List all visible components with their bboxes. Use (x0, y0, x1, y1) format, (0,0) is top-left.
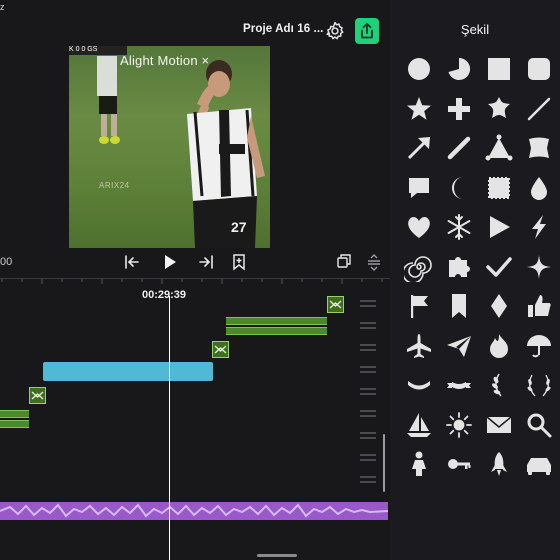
rounded-square-icon[interactable] (524, 54, 554, 84)
ruler-ticks (1, 279, 383, 284)
skip-forward-icon[interactable] (198, 254, 214, 270)
timeline-clip[interactable] (226, 327, 327, 335)
menu-icon[interactable] (366, 253, 382, 271)
keyframe-thumb[interactable] (327, 296, 344, 313)
export-button[interactable] (355, 18, 379, 44)
playhead[interactable] (169, 296, 170, 560)
credit-watermark: ARIX24 (99, 181, 130, 190)
timeline-clip[interactable] (0, 420, 29, 428)
key-icon[interactable] (444, 449, 474, 479)
magnifier-icon[interactable] (524, 410, 554, 440)
top-bar: z Proje Adı 16 ... (0, 0, 390, 46)
editor-panel: z Proje Adı 16 ... 27 K 0 0 GS Alight Mo… (0, 0, 390, 560)
line-icon[interactable] (524, 94, 554, 124)
timeline-clip-selected[interactable] (43, 362, 213, 381)
banner-curve-icon[interactable] (404, 370, 434, 400)
speech-bubble-icon[interactable] (404, 173, 434, 203)
arrow-icon[interactable] (404, 133, 434, 163)
paper-plane-icon[interactable] (444, 331, 474, 361)
timeline-clip[interactable] (226, 317, 327, 325)
envelope-icon[interactable] (484, 410, 514, 440)
scroll-icon[interactable] (524, 133, 554, 163)
sailboat-icon[interactable] (404, 410, 434, 440)
drop-icon[interactable] (524, 173, 554, 203)
copy-icon[interactable] (336, 253, 352, 269)
panel-title: Şekil (460, 22, 490, 37)
person-icon[interactable] (404, 449, 434, 479)
airplane-icon[interactable] (404, 331, 434, 361)
laurel-wreath-icon[interactable] (524, 370, 554, 400)
home-indicator (257, 554, 297, 557)
spiral-icon[interactable] (404, 252, 434, 282)
flag-icon[interactable] (404, 291, 434, 321)
timeline-clip[interactable] (0, 410, 29, 418)
gear-icon[interactable] (324, 20, 346, 42)
play-icon[interactable] (162, 253, 178, 271)
banner-ribbon-icon[interactable] (444, 370, 474, 400)
snowflake-icon[interactable] (444, 212, 474, 242)
corner-mark: z (0, 2, 5, 12)
audio-waveform (0, 503, 389, 518)
export-icon (361, 23, 373, 39)
svg-text:27: 27 (231, 219, 247, 235)
laurel-left-icon[interactable] (484, 370, 514, 400)
circle-icon[interactable] (404, 54, 434, 84)
puzzle-icon[interactable] (444, 252, 474, 282)
car-icon[interactable] (524, 449, 554, 479)
sparkle-icon[interactable] (524, 252, 554, 282)
timeline-tracks[interactable] (0, 296, 390, 560)
star-icon[interactable] (404, 94, 434, 124)
square-icon[interactable] (484, 54, 514, 84)
sun-icon[interactable] (444, 410, 474, 440)
rocket-icon[interactable] (484, 449, 514, 479)
pencil-line-icon[interactable] (444, 133, 474, 163)
flower-star-icon[interactable] (484, 94, 514, 124)
track-handles[interactable] (360, 296, 376, 526)
pie-icon[interactable] (444, 54, 474, 84)
bookmark-icon[interactable] (444, 291, 474, 321)
flame-icon[interactable] (484, 331, 514, 361)
umbrella-icon[interactable] (524, 331, 554, 361)
thumbs-up-icon[interactable] (524, 291, 554, 321)
keyframe-thumb[interactable] (29, 387, 46, 404)
player-figure: 27 (97, 56, 265, 248)
shape-panel: Şekil (390, 0, 560, 560)
checkmark-icon[interactable] (484, 252, 514, 282)
lightning-icon[interactable] (524, 212, 554, 242)
watermark: Alight Motion × (120, 53, 210, 68)
stamp-icon[interactable] (484, 173, 514, 203)
transport-controls (0, 248, 390, 278)
video-preview[interactable]: 27 K 0 0 GS Alight Motion × ARIX24 (69, 46, 270, 248)
crescent-icon[interactable] (444, 173, 474, 203)
plus-icon[interactable] (444, 94, 474, 124)
timeline-scrollbar[interactable] (383, 434, 385, 492)
triangle-pin-icon[interactable] (484, 133, 514, 163)
keyframe-thumb[interactable] (212, 341, 229, 358)
play-triangle-icon[interactable] (484, 212, 514, 242)
project-title[interactable]: Proje Adı 16 ... (243, 23, 323, 35)
diamond-icon[interactable] (484, 291, 514, 321)
scoreboard: K 0 0 GS (69, 46, 127, 55)
heart-icon[interactable] (404, 212, 434, 242)
bookmark-icon[interactable] (232, 253, 246, 271)
scoreboard-text: K 0 0 GS (69, 46, 98, 53)
audio-track[interactable] (0, 502, 389, 520)
skip-back-icon[interactable] (124, 254, 140, 270)
